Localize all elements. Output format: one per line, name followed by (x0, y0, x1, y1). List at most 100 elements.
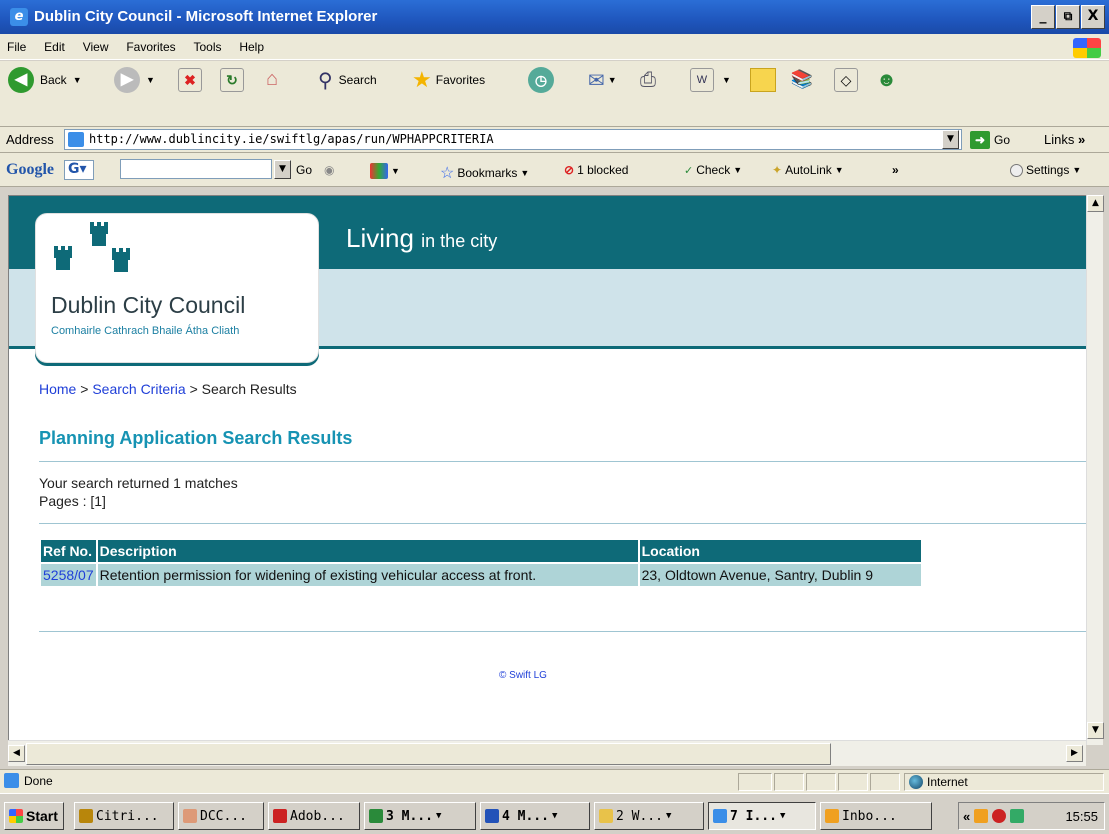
breadcrumb-home-link[interactable]: Home (39, 381, 76, 397)
edit-button[interactable]: W ▼ (690, 66, 731, 94)
council-name-irish: Comhairle Cathrach Bhaile Átha Cliath (51, 325, 240, 337)
messenger-button[interactable]: ☻ (876, 66, 897, 94)
window-titlebar[interactable]: e Dublin City Council - Microsoft Intern… (0, 0, 1109, 34)
spellcheck-icon: ✓ (684, 164, 694, 177)
scroll-left-button[interactable]: ◀ (8, 745, 25, 762)
scroll-right-button[interactable]: ▶ (1066, 745, 1083, 762)
research-button[interactable]: 📚 (790, 66, 814, 94)
tray-expand-icon[interactable]: « (963, 809, 970, 824)
page-viewport: Living in the city Dublin City Council C… (8, 195, 1086, 740)
taskbar-item-outlook[interactable]: Inbo... (820, 802, 932, 830)
back-button[interactable]: ◀ Back ▼ (8, 66, 82, 94)
header-description: Description (97, 540, 638, 562)
cell-description: Retention permission for widening of exi… (97, 564, 638, 586)
task-label: Adob... (290, 808, 345, 824)
menu-help[interactable]: Help (232, 34, 271, 60)
horizontal-scrollbar[interactable]: ◀ ▶ (8, 740, 1086, 766)
refresh-button[interactable]: ↻ (220, 66, 244, 94)
tray-clock-app-icon[interactable] (974, 809, 989, 823)
window-title: Dublin City Council - Microsoft Internet… (34, 8, 378, 25)
google-page-rank-button[interactable]: ▼ (370, 163, 400, 179)
address-url: http://www.dublincity.ie/swiftlg/apas/ru… (89, 132, 494, 146)
banner-main: Living (346, 223, 414, 253)
taskbar-item-explorer[interactable]: 2 W... ▼ (594, 802, 704, 830)
taskbar-item-adobe[interactable]: Adob... (268, 802, 360, 830)
bookmarks-button[interactable]: ☆ Bookmarks ▼ (440, 163, 529, 183)
settings-button[interactable]: Settings ▼ (1010, 163, 1081, 177)
google-news-button[interactable]: ◉ (324, 163, 334, 177)
vertical-scrollbar[interactable]: ▲ ▼ (1086, 195, 1104, 745)
history-button[interactable]: ◷ (528, 66, 554, 94)
autolink-button[interactable]: ✦ AutoLink ▼ (772, 163, 844, 177)
ie-logo-icon: e (10, 8, 28, 26)
taskbar-item-word[interactable]: 4 M... ▼ (480, 802, 590, 830)
links-label: Links (1044, 132, 1075, 147)
breadcrumb-criteria-link[interactable]: Search Criteria (92, 381, 185, 397)
print-button[interactable]: ⎙ (640, 66, 656, 94)
links-button[interactable]: Links » (1044, 132, 1085, 147)
taskbar-item-dcc[interactable]: DCC... (178, 802, 264, 830)
banner-sub: in the city (421, 231, 498, 251)
chevron-right-icon: » (1077, 132, 1086, 147)
popup-blocker-button[interactable]: ⊘ 1 blocked (564, 163, 628, 177)
discuss-button[interactable] (750, 66, 776, 94)
minimize-button[interactable]: _ (1031, 5, 1055, 29)
google-menu-button[interactable]: G▾ (64, 160, 94, 180)
stop-button[interactable]: ✖ (178, 66, 202, 94)
google-go-button[interactable]: Go (296, 163, 312, 177)
search-button[interactable]: ⚲ Search (318, 66, 377, 94)
favorites-button[interactable]: ★ Favorites (412, 66, 485, 94)
popup-blocked-icon: ⊘ (564, 163, 575, 177)
breadcrumb-separator: > (76, 381, 93, 397)
go-label: Go (994, 133, 1011, 147)
horizontal-scroll-thumb[interactable] (26, 743, 831, 765)
scroll-up-button[interactable]: ▲ (1087, 195, 1104, 212)
tray-security-icon[interactable] (992, 809, 1007, 823)
menu-tools[interactable]: Tools (187, 34, 229, 60)
taskbar-item-citrix[interactable]: Citri... (74, 802, 174, 830)
page-icon (68, 132, 84, 147)
task-label: 4 M... (502, 808, 549, 824)
history-icon: ◷ (528, 67, 554, 93)
ref-no-link[interactable]: 5258/07 (43, 567, 94, 583)
word-edit-icon: W (690, 68, 714, 92)
address-dropdown-button[interactable]: ▼ (942, 130, 959, 149)
go-button[interactable]: ➜ Go (970, 129, 1010, 151)
more-button[interactable]: » (892, 163, 899, 177)
chevron-down-icon: ▼ (391, 166, 400, 176)
menu-edit[interactable]: Edit (37, 34, 72, 60)
favorites-label: Favorites (435, 73, 486, 87)
taskbar-item-excel[interactable]: 3 M... ▼ (364, 802, 476, 830)
breadcrumb-current: Search Results (201, 381, 297, 397)
google-search-dropdown[interactable]: ▼ (274, 160, 291, 179)
chevron-down-icon: ▼ (72, 75, 82, 85)
address-input[interactable]: http://www.dublincity.ie/swiftlg/apas/ru… (64, 129, 962, 150)
home-button[interactable]: ⌂ (260, 66, 284, 94)
footer-credit[interactable]: © Swift LG (499, 670, 547, 681)
print-icon: ⎙ (640, 68, 656, 91)
excel-icon (369, 809, 383, 823)
taskbar-item-ie[interactable]: 7 I... ▼ (708, 802, 816, 830)
start-button[interactable]: Start (4, 802, 64, 830)
close-button[interactable]: X (1081, 5, 1105, 29)
google-logo[interactable]: Google (6, 161, 54, 179)
tray-network-icon[interactable] (1010, 809, 1025, 823)
chevron-down-icon: ▼ (722, 75, 731, 85)
spellcheck-button[interactable]: ✓ Check ▼ (684, 163, 742, 177)
forward-button[interactable]: ▶ ▼ (114, 66, 155, 94)
menu-favorites[interactable]: Favorites (119, 34, 182, 60)
menu-file[interactable]: File (0, 34, 33, 60)
scroll-down-button[interactable]: ▼ (1087, 722, 1104, 739)
google-pagerank-icon (370, 163, 388, 179)
task-label: Inbo... (842, 808, 897, 824)
google-search-input[interactable] (120, 159, 272, 179)
back-arrow-icon: ◀ (8, 67, 34, 93)
star-icon: ★ (412, 67, 432, 92)
mail-button[interactable]: ✉ ▼ (588, 66, 617, 94)
chevron-down-icon: ▼ (1072, 165, 1082, 175)
menu-view[interactable]: View (76, 34, 116, 60)
frame-button[interactable]: ◇ (834, 66, 858, 94)
clock[interactable]: 15:55 (1065, 809, 1098, 824)
council-logo[interactable]: Dublin City Council Comhairle Cathrach B… (35, 213, 319, 363)
restore-button[interactable]: ⧉ (1056, 5, 1080, 29)
